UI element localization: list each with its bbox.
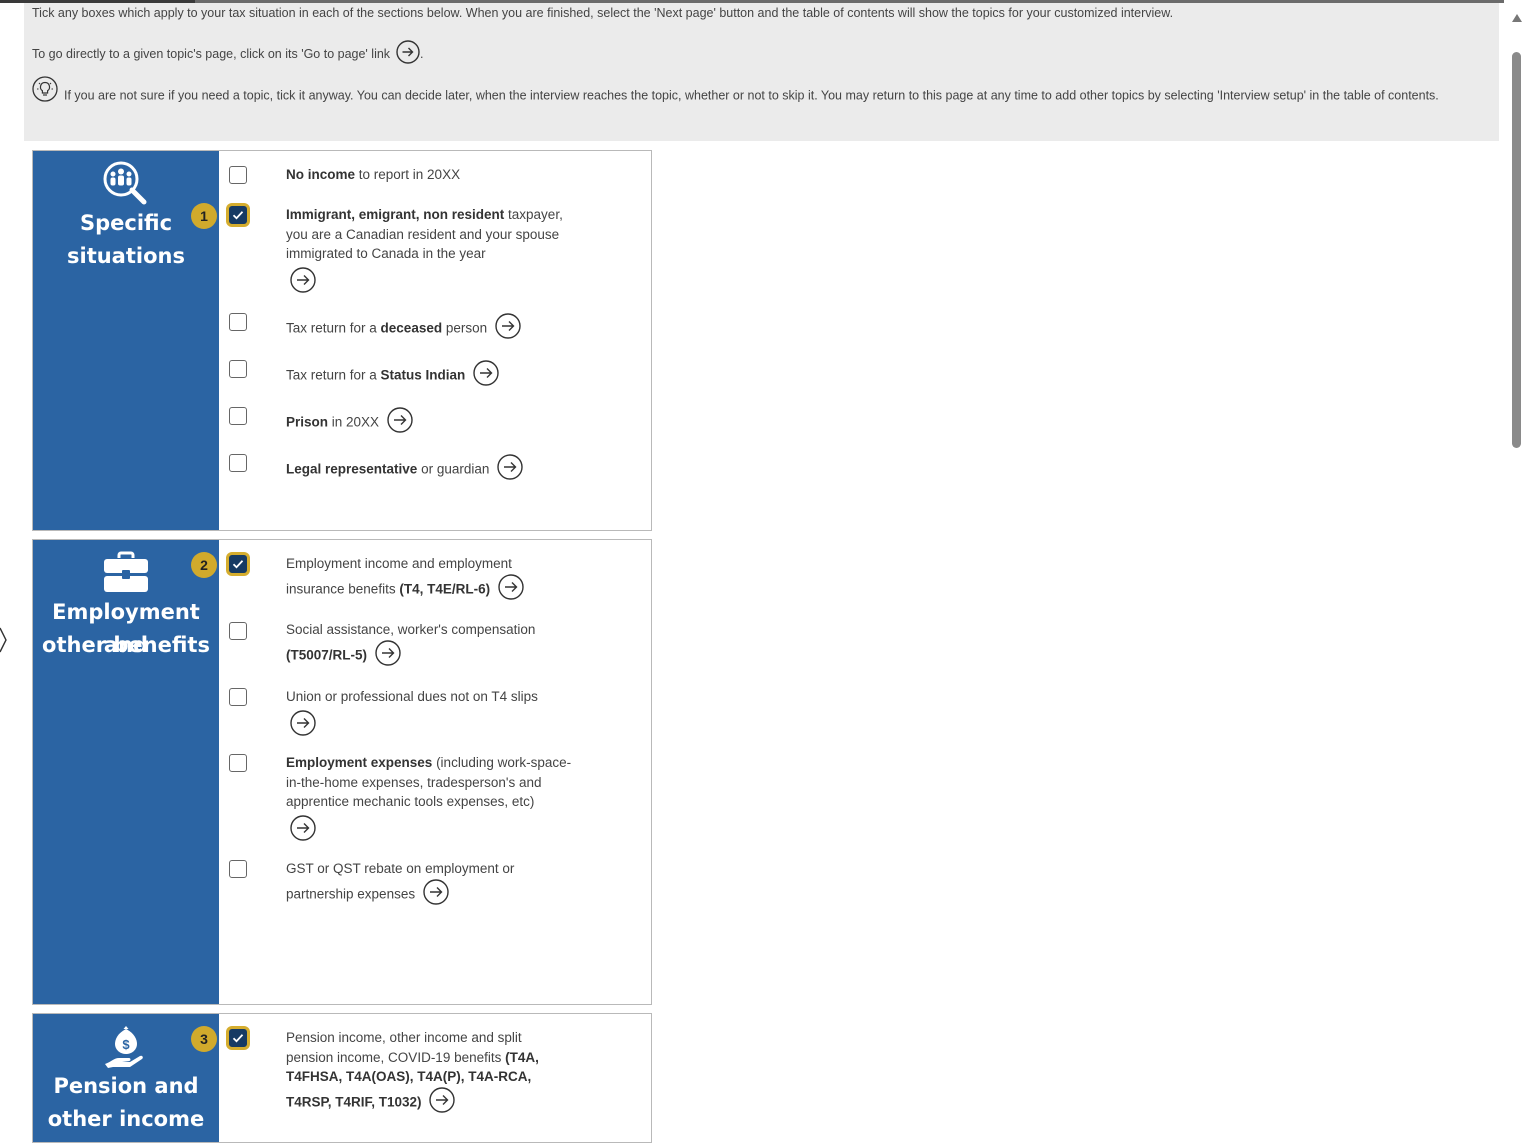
go-to-page-icon[interactable] [497, 454, 523, 486]
option-employment-income: Employment income and employment insuran… [286, 554, 546, 605]
section-pension: $ Pension and other income 3 Pension inc… [32, 1013, 652, 1143]
go-to-page-icon[interactable] [375, 639, 401, 672]
intro-line-3-text: If you are not sure if you need a topic,… [64, 88, 1439, 103]
step-badge: 1 [191, 203, 217, 229]
go-to-page-icon[interactable] [290, 709, 566, 742]
money-hand-icon: $ [33, 1024, 219, 1075]
option-text: Union or professional dues not on T4 sli… [286, 689, 538, 704]
go-to-page-icon[interactable] [495, 313, 521, 345]
section-title-line-2: situations [67, 244, 185, 268]
option-pension-income: Pension income, other income and split p… [286, 1028, 566, 1118]
checkbox-legal-representative[interactable] [229, 454, 247, 472]
checkbox-deceased[interactable] [229, 313, 247, 331]
people-search-icon [33, 159, 219, 212]
option-no-income: No income to report in 20XX [286, 165, 586, 185]
option-bold-text: deceased [380, 320, 443, 336]
section-title-line-1: Pension and [53, 1074, 199, 1098]
intro-line-3: If you are not sure if you need a topic,… [32, 76, 1462, 113]
step-badge: 2 [191, 552, 217, 578]
go-to-page-icon[interactable] [290, 266, 586, 299]
go-to-page-icon[interactable] [387, 407, 413, 439]
scrollbar-thumb[interactable] [1512, 52, 1521, 448]
briefcase-icon [33, 550, 219, 599]
intro-line-2: To go directly to a given topic's page, … [32, 40, 424, 67]
svg-text:$: $ [122, 1037, 130, 1052]
checkbox-pension-income[interactable] [229, 1029, 247, 1047]
option-bold-text: No income [286, 167, 356, 182]
option-text: Social assistance, worker's compensation [286, 622, 536, 637]
section-side-panel: Employment and other benefits [33, 540, 219, 1004]
go-to-page-icon[interactable] [498, 573, 524, 606]
go-to-page-icon[interactable] [290, 814, 581, 847]
scroll-up-arrow-icon[interactable] [1512, 9, 1522, 27]
intro-panel: Tick any boxes which apply to your tax s… [24, 3, 1499, 141]
checkbox-employment-income[interactable] [229, 555, 247, 573]
section-title-line-2: other income [47, 1107, 205, 1131]
option-gst-rebate: GST or QST rebate on employment or partn… [286, 859, 541, 910]
option-text: GST or QST rebate on employment or partn… [286, 861, 515, 901]
checkbox-union-dues[interactable] [229, 688, 247, 706]
checkbox-no-income[interactable] [229, 166, 247, 184]
option-bold-text: (T5007/RL-5) [286, 646, 368, 662]
option-status-indian: Tax return for a Status Indian [286, 360, 586, 392]
checkmark-icon [232, 211, 244, 220]
checkbox-prison[interactable] [229, 407, 247, 425]
option-bold-text: Prison [286, 414, 329, 430]
step-badge: 3 [191, 1026, 217, 1052]
section-specific-situations: Specific situations 1 No income to repor… [32, 150, 652, 531]
option-bold-text: Employment expenses [286, 755, 433, 770]
section-employment: Employment and other benefits 2 Employme… [32, 539, 652, 1005]
option-text: Pension income, other income and split p… [286, 1030, 522, 1065]
option-text: in 20XX [328, 414, 380, 430]
option-text: Tax return for a [286, 320, 381, 336]
go-to-page-icon [396, 40, 420, 67]
option-deceased: Tax return for a deceased person [286, 313, 586, 345]
go-to-page-icon[interactable] [473, 360, 499, 392]
go-to-page-icon[interactable] [423, 878, 449, 911]
option-bold-text: Immigrant, emigrant, non resident [286, 207, 505, 222]
checkbox-gst-rebate[interactable] [229, 860, 247, 878]
checkbox-status-indian[interactable] [229, 360, 247, 378]
option-legal-representative: Legal representative or guardian [286, 454, 586, 486]
intro-line-2-text: To go directly to a given topic's page, … [32, 46, 391, 61]
option-social-assistance: Social assistance, worker's compensation… [286, 620, 556, 671]
option-bold-text: Status Indian [380, 367, 466, 383]
option-bold-text: (T4, T4E/RL-6) [399, 580, 491, 596]
checkmark-icon [232, 560, 244, 569]
section-title-line-2: other benefits [42, 633, 210, 657]
section-side-panel: Specific situations [33, 151, 219, 530]
option-text: or guardian [417, 461, 490, 477]
checkmark-icon [232, 1034, 244, 1043]
intro-line-1: Tick any boxes which apply to your tax s… [32, 6, 1174, 20]
checkbox-employment-expenses[interactable] [229, 754, 247, 772]
option-immigrant: Immigrant, emigrant, non resident taxpay… [286, 205, 586, 298]
option-prison: Prison in 20XX [286, 407, 586, 439]
checkbox-immigrant[interactable] [229, 206, 247, 224]
go-to-page-icon[interactable] [429, 1086, 456, 1119]
option-text: Tax return for a [286, 367, 381, 383]
side-collapse-chevron-icon[interactable] [0, 627, 8, 658]
checkbox-social-assistance[interactable] [229, 622, 247, 640]
intro-line-2-end: . [420, 46, 424, 61]
option-text-end: person [442, 320, 488, 336]
option-bold-text: Legal representative [286, 461, 418, 477]
lightbulb-icon [32, 76, 58, 113]
option-text: to report in 20XX [355, 167, 461, 182]
option-employment-expenses: Employment expenses (including work-spac… [286, 753, 581, 846]
option-union-dues: Union or professional dues not on T4 sli… [286, 687, 566, 741]
